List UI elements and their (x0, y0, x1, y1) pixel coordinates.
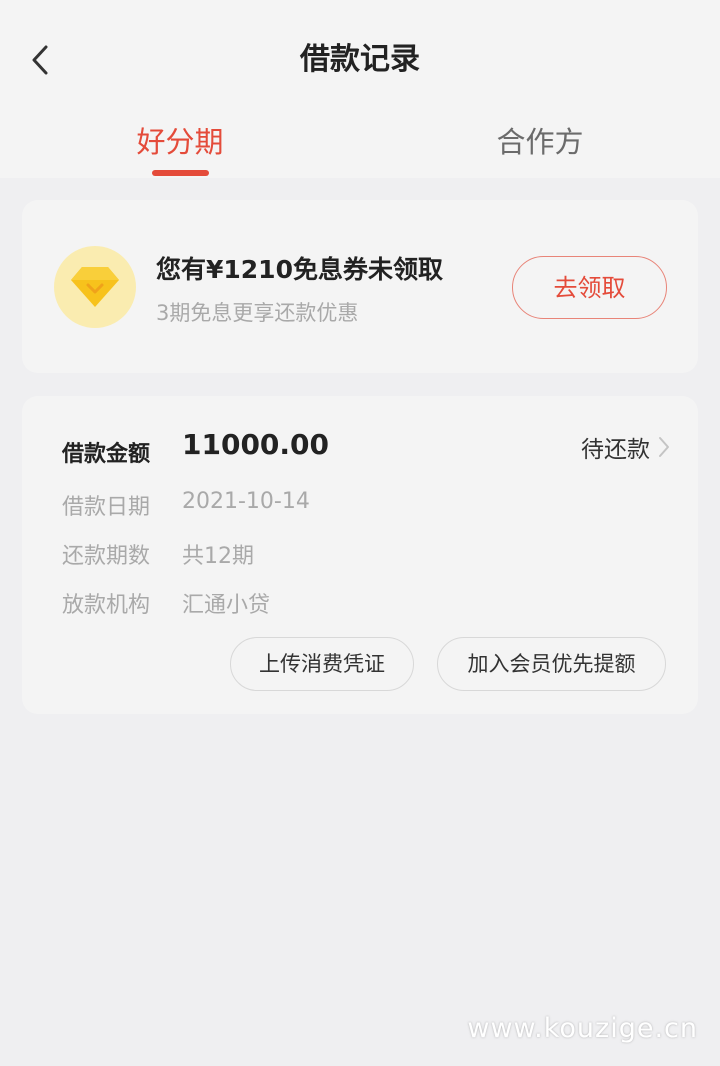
repayment-status-link[interactable]: 待还款 (581, 430, 670, 464)
coupon-badge (54, 246, 136, 328)
join-membership-button[interactable]: 加入会员优先提额 (437, 637, 666, 691)
chevron-right-icon (659, 437, 669, 457)
repayment-status: 待还款 (581, 437, 650, 463)
active-tab-indicator (152, 170, 209, 176)
loan-records-page: 借款记录 好分期 合作方 您有¥1210免息券未领取 3期免息更享还款优惠 去领… (0, 0, 720, 1066)
lender-value: 汇通小贷 (182, 593, 271, 618)
page-title: 借款记录 (300, 42, 420, 77)
repayment-terms-value: 共12期 (182, 544, 254, 569)
lender-label: 放款机构 (62, 593, 151, 618)
coupon-card: 您有¥1210免息券未领取 3期免息更享还款优惠 去领取 (22, 200, 698, 373)
coupon-subtitle: 3期免息更享还款优惠 (156, 301, 359, 325)
coupon-title: 您有¥1210免息券未领取 (156, 255, 443, 284)
loan-date-label: 借款日期 (62, 495, 151, 520)
watermark: www.kouzige.cn (467, 1013, 698, 1044)
diamond-icon (71, 267, 119, 307)
loan-amount-value: 11000.00 (182, 428, 330, 461)
loan-record-card[interactable]: 借款金额 11000.00 待还款 借款日期 2021-10-14 还款期数 共… (22, 396, 698, 714)
repayment-terms-label: 还款期数 (62, 544, 151, 569)
loan-date-value: 2021-10-14 (182, 489, 310, 514)
upload-receipt-button[interactable]: 上传消费凭证 (230, 637, 414, 691)
header: 借款记录 好分期 合作方 (0, 0, 720, 178)
loan-amount-label: 借款金额 (62, 442, 151, 467)
tab-haofenqi[interactable]: 好分期 (0, 118, 360, 166)
tab-partners[interactable]: 合作方 (360, 118, 720, 166)
claim-coupon-button[interactable]: 去领取 (512, 256, 667, 319)
